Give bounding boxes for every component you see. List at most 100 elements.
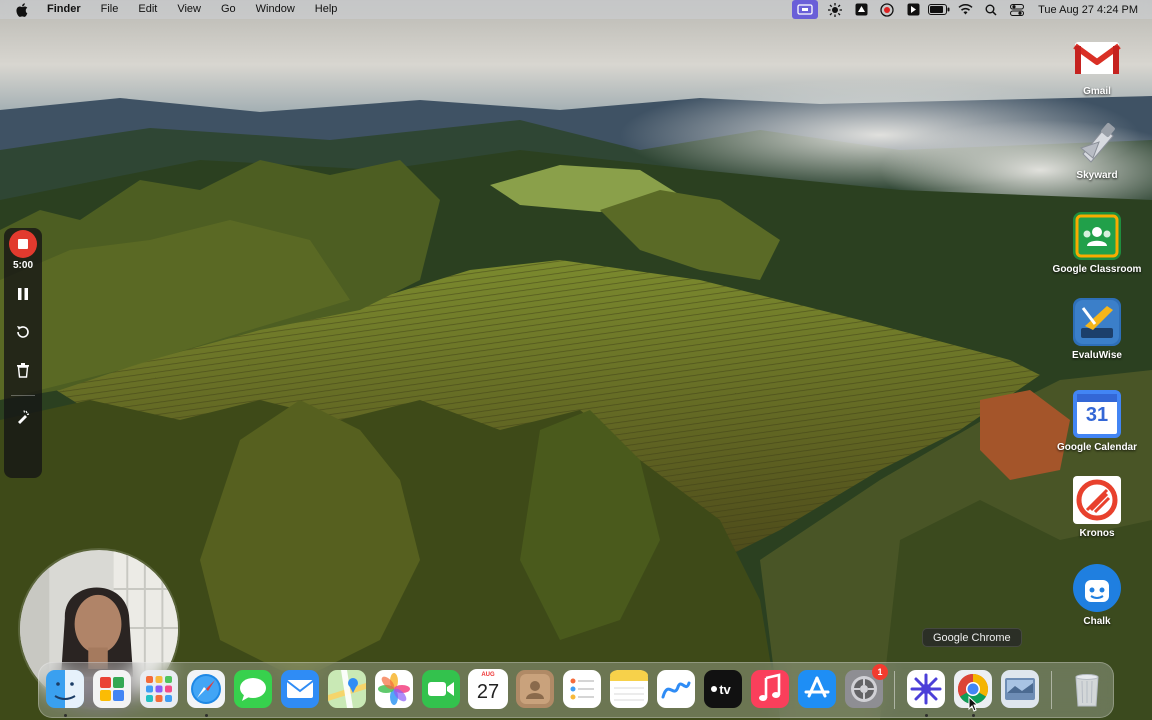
music-icon <box>751 670 789 708</box>
desktop-icon-label: Kronos <box>1079 528 1115 539</box>
stop-recording-button[interactable] <box>9 230 37 258</box>
desktop-icon-label: Gmail <box>1083 86 1111 97</box>
facetime-icon <box>422 670 460 708</box>
reminders-icon <box>563 670 601 708</box>
launchpad-icon <box>140 670 178 708</box>
menu-edit[interactable]: Edit <box>128 0 167 19</box>
app-store-icon <box>798 670 836 708</box>
mail-icon <box>281 670 319 708</box>
dock-item-app-store[interactable] <box>797 669 837 709</box>
vpn-icon[interactable] <box>848 0 874 19</box>
screen-record-icon[interactable] <box>792 0 819 19</box>
recording-timer: 5:00 <box>12 260 33 271</box>
desktop-icon-label: Google Classroom <box>1052 264 1142 275</box>
draw-icon <box>18 410 30 424</box>
trash-icon <box>1075 674 1099 707</box>
desktop-icon-chalk[interactable]: Chalk <box>1042 564 1152 627</box>
draw-button[interactable] <box>8 402 38 432</box>
dock-item-mail[interactable] <box>280 669 320 709</box>
desktop-icon-label: Chalk <box>1083 616 1111 627</box>
menu-help[interactable]: Help <box>305 0 348 19</box>
dock-separator <box>894 671 895 709</box>
dock-item-contacts[interactable] <box>515 669 555 709</box>
dock-item-preview[interactable] <box>1000 669 1040 709</box>
photos-icon <box>375 670 413 708</box>
dock: AUG 27 tv 1 <box>38 662 1114 718</box>
dock-item-finder[interactable] <box>45 669 85 709</box>
dock-item-photos[interactable] <box>374 669 414 709</box>
dock-item-music[interactable] <box>750 669 790 709</box>
apple-tv-icon: tv <box>704 670 742 708</box>
safari-icon <box>187 670 225 708</box>
running-indicator <box>64 714 67 717</box>
calendar-day: 27 <box>476 681 500 703</box>
google-sheets-app-icon <box>93 670 131 708</box>
desktop-icon-kronos[interactable]: Kronos <box>1042 476 1152 539</box>
battery-icon[interactable] <box>926 0 952 19</box>
desktop-icon-gmail[interactable]: Gmail <box>1042 34 1152 97</box>
menu-bar-clock[interactable]: Tue Aug 27 4:24 PM <box>1038 4 1138 16</box>
dock-item-notes[interactable] <box>609 669 649 709</box>
brightness-icon[interactable] <box>822 0 848 19</box>
desktop-icon-google-classroom[interactable]: Google Classroom <box>1042 212 1152 275</box>
dock-item-perplexity[interactable] <box>906 669 946 709</box>
dock-item-messages[interactable] <box>233 669 273 709</box>
notification-badge: 1 <box>872 664 888 680</box>
stop-icon <box>18 239 28 249</box>
mouse-cursor-icon <box>968 695 979 717</box>
desktop-icon-evaluwise[interactable]: EvaluWise <box>1042 298 1152 361</box>
running-indicator <box>205 714 208 717</box>
desktop-icon-label: Skyward <box>1076 170 1118 181</box>
menu-window[interactable]: Window <box>246 0 305 19</box>
calendar-month: AUG <box>481 672 495 678</box>
dock-item-trash[interactable] <box>1067 669 1107 709</box>
finder-icon <box>46 670 84 708</box>
toolbar-divider <box>11 395 35 396</box>
restart-button[interactable] <box>8 317 38 347</box>
dock-item-google-sheets-app[interactable] <box>92 669 132 709</box>
desktop-icon-skyward[interactable]: Skyward <box>1042 118 1152 181</box>
dock-item-freeform[interactable] <box>656 669 696 709</box>
delete-recording-button[interactable] <box>8 355 38 385</box>
contacts-icon <box>516 670 554 708</box>
notes-icon <box>610 670 648 708</box>
pause-icon <box>18 288 28 300</box>
dock-item-reminders[interactable] <box>562 669 602 709</box>
chalk-icon <box>1073 564 1121 612</box>
desktop-icon-label: EvaluWise <box>1072 350 1122 361</box>
calendar-day: 31 <box>1085 404 1109 426</box>
dock-tooltip: Google Chrome <box>922 628 1022 647</box>
wifi-icon[interactable] <box>952 0 978 19</box>
preview-icon <box>1001 670 1039 708</box>
pause-button[interactable] <box>8 279 38 309</box>
app-icon[interactable] <box>900 0 926 19</box>
running-indicator <box>925 714 928 717</box>
menu-app-name[interactable]: Finder <box>45 0 91 19</box>
dock-item-safari[interactable] <box>186 669 226 709</box>
menu-file[interactable]: File <box>91 0 129 19</box>
dock-item-system-settings[interactable]: 1 <box>844 664 888 709</box>
apple-menu-icon[interactable] <box>16 2 28 17</box>
desktop-icon-google-calendar[interactable]: 31 Google Calendar <box>1042 390 1152 453</box>
menu-bar: Finder File Edit View Go Window Help Tue… <box>0 0 1152 19</box>
google-calendar-icon: 31 <box>1073 390 1121 438</box>
skyward-icon <box>1073 118 1121 166</box>
dock-item-facetime[interactable] <box>421 669 461 709</box>
freeform-icon <box>657 670 695 708</box>
dock-item-apple-tv[interactable]: tv <box>703 669 743 709</box>
dock-item-maps[interactable] <box>327 669 367 709</box>
restart-icon <box>17 326 29 338</box>
menu-go[interactable]: Go <box>211 0 246 19</box>
menu-view[interactable]: View <box>167 0 211 19</box>
svg-text:tv: tv <box>719 682 731 697</box>
dock-item-calendar[interactable]: AUG 27 <box>468 669 508 709</box>
trash-icon <box>17 363 29 378</box>
control-center-icon[interactable] <box>1004 0 1030 19</box>
recording-icon[interactable] <box>874 0 900 19</box>
dock-item-launchpad[interactable] <box>139 669 179 709</box>
evaluwise-icon <box>1073 298 1121 346</box>
menu-bar-status: Tue Aug 27 4:24 PM <box>792 0 1152 19</box>
dock-separator <box>1051 671 1052 709</box>
search-icon[interactable] <box>978 0 1004 19</box>
recording-toolbar: 5:00 <box>4 228 42 478</box>
